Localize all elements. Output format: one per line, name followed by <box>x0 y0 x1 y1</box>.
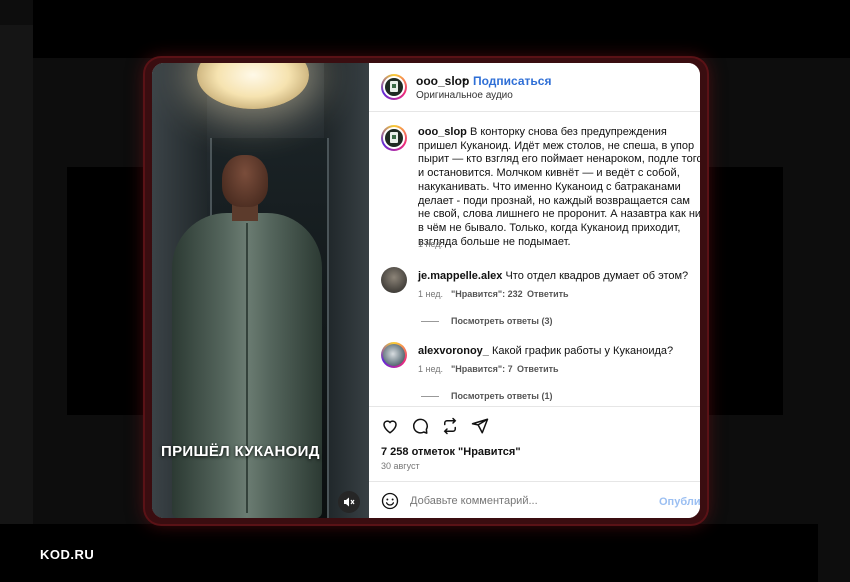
input-divider <box>369 481 700 482</box>
comment-username[interactable]: alexvoronoy_ <box>418 345 489 357</box>
ceiling-lamp <box>197 63 309 109</box>
post-date: 30 август <box>381 461 420 471</box>
actions-divider <box>369 406 700 407</box>
elevator-wall-right <box>324 63 369 518</box>
comment-text: Какой график работы у Куканоида? <box>491 345 674 357</box>
caption-username[interactable]: ooo_slop <box>418 126 467 138</box>
replies-line <box>421 321 439 322</box>
comment-likes[interactable]: "Нравится": 232 <box>451 289 523 299</box>
post-caption: ooo_slop В конторку снова без предупрежд… <box>418 126 700 249</box>
background-top-bar <box>33 0 850 58</box>
comment-time: 1 нед. <box>418 364 444 374</box>
caption-time: 1 нед. <box>418 239 444 249</box>
reply-button[interactable]: Ответить <box>517 364 559 374</box>
comment-username[interactable]: je.mappelle.alex <box>418 270 502 282</box>
comment: je.mappelle.alex Что отдел квадров думае… <box>418 270 688 282</box>
post-video[interactable]: ПРИШЁЛ КУКАНОИД <box>152 63 369 518</box>
commenter-avatar[interactable] <box>381 267 407 293</box>
figure-head <box>222 155 268 207</box>
header-separator: • <box>462 73 467 87</box>
author-avatar[interactable] <box>381 74 407 100</box>
suit-seam <box>246 223 248 513</box>
replies-line <box>421 396 439 397</box>
repost-icon[interactable] <box>441 417 459 435</box>
video-caption: ПРИШЁЛ КУКАНОИД <box>161 443 320 460</box>
header-divider <box>369 111 700 112</box>
comment: alexvoronoy_ Какой график работы у Кукан… <box>418 345 673 357</box>
site-logo[interactable]: KOD.RU <box>40 547 94 562</box>
post-card: ПРИШЁЛ КУКАНОИД ooo_slop • Подписаться О… <box>152 63 700 518</box>
comment-text: Что отдел квадров думает об этом? <box>505 270 689 282</box>
post-panel: ooo_slop • Подписаться Оригинальное ауди… <box>369 63 700 518</box>
comment-time: 1 нед. <box>418 289 444 299</box>
view-replies-button[interactable]: Посмотреть ответы (1) <box>451 391 552 401</box>
caption-body: В конторку снова без предупреждения приш… <box>418 126 700 248</box>
background-left-strip <box>0 25 33 525</box>
publish-button[interactable]: Опубликовать <box>659 496 700 508</box>
follow-button[interactable]: Подписаться <box>473 74 551 88</box>
original-audio-link[interactable]: Оригинальное аудио <box>416 90 513 101</box>
comment-likes[interactable]: "Нравится": 7 <box>451 364 513 374</box>
caption-author-avatar[interactable] <box>381 125 407 151</box>
view-replies-button[interactable]: Посмотреть ответы (3) <box>451 316 552 326</box>
background-bottom-bar <box>0 524 818 582</box>
comment-input[interactable] <box>410 495 640 507</box>
reply-button[interactable]: Ответить <box>527 289 569 299</box>
comment-icon[interactable] <box>411 417 429 435</box>
emoji-icon[interactable] <box>381 492 399 510</box>
commenter-avatar[interactable] <box>381 342 407 368</box>
likes-count[interactable]: 7 258 отметок "Нравится" <box>381 446 521 458</box>
speaker-muted-icon[interactable] <box>338 491 360 513</box>
share-icon[interactable] <box>471 417 489 435</box>
heart-icon[interactable] <box>381 417 399 435</box>
